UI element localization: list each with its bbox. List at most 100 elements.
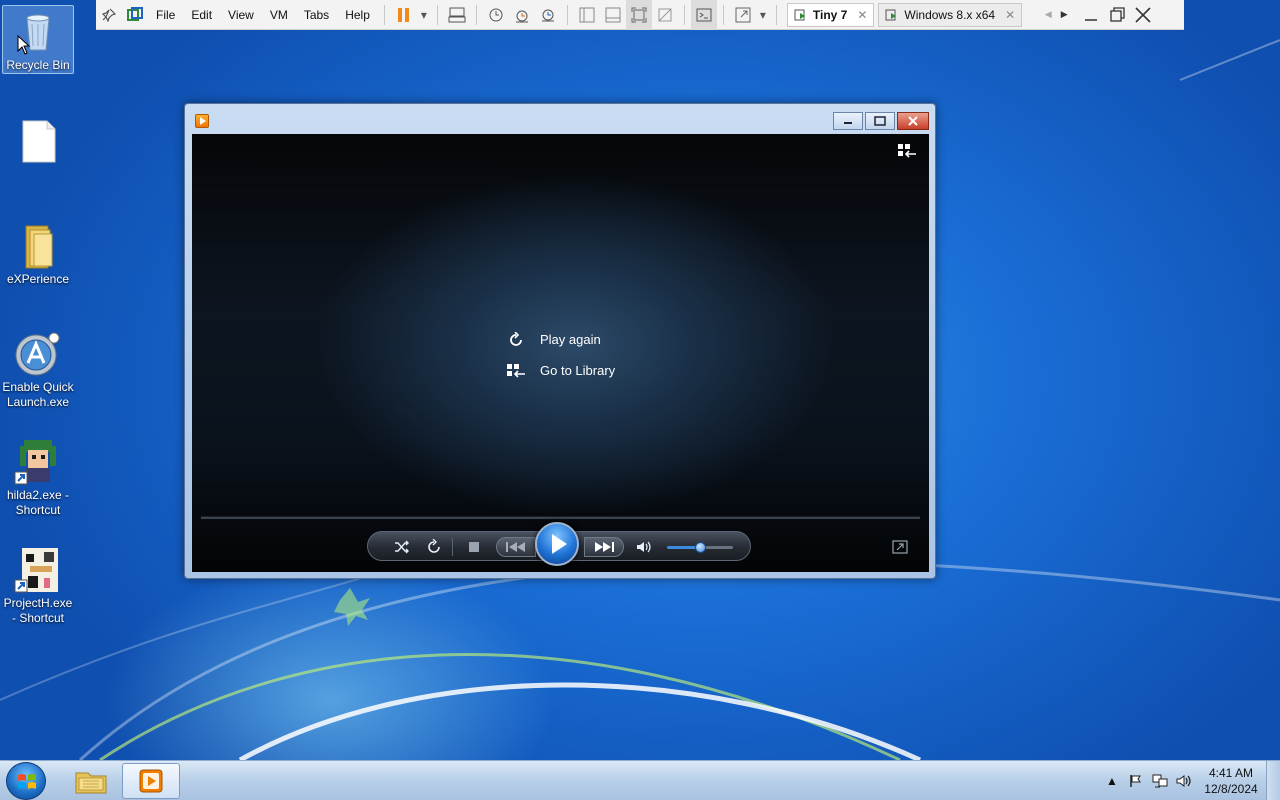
file-explorer-icon — [75, 772, 107, 794]
start-button[interactable] — [6, 762, 46, 800]
close-button[interactable] — [897, 112, 929, 130]
play-button[interactable] — [535, 522, 579, 566]
toolbar-divider — [722, 4, 724, 25]
repeat-icon — [428, 539, 440, 553]
vm-tab-label: Tiny 7 — [812, 7, 848, 22]
desktop-icon-enable-quick-launch[interactable]: Enable Quick Launch.exe — [2, 330, 74, 410]
console-view-icon[interactable] — [690, 0, 717, 30]
show-hidden-icons-icon[interactable]: ▲ — [1100, 761, 1124, 800]
media-player-app-icon — [195, 114, 209, 128]
library-icon — [505, 362, 527, 380]
hilda-shortcut-icon — [14, 438, 62, 486]
now-playing-area[interactable]: Play again Go to Library — [192, 134, 929, 572]
toolbar-divider — [383, 4, 385, 25]
stop-icon — [469, 542, 479, 552]
menu-view[interactable]: View — [220, 0, 262, 30]
minimize-window-icon[interactable] — [1078, 0, 1104, 30]
menu-edit[interactable]: Edit — [183, 0, 220, 30]
menu-help[interactable]: Help — [337, 0, 378, 30]
vmware-logo-icon[interactable] — [122, 0, 148, 30]
power-dropdown-icon[interactable]: ▾ — [417, 0, 431, 30]
full-screen-icon[interactable] — [625, 0, 652, 30]
taskbar-media-player-button[interactable] — [122, 763, 180, 799]
show-library-icon[interactable] — [574, 0, 600, 30]
vm-tab-tiny-7[interactable]: Tiny 7 ✕ — [786, 2, 875, 27]
restore-window-icon[interactable] — [1104, 0, 1130, 30]
maximize-icon — [874, 116, 886, 126]
menu-vm[interactable]: VM — [262, 0, 296, 30]
seek-bar[interactable] — [201, 516, 920, 519]
end-of-playback-menu: Play again Go to Library — [505, 324, 615, 386]
scroll-tabs-left-icon[interactable]: ◀ — [1040, 0, 1056, 30]
desktop-icon-label: Recycle Bin — [6, 58, 70, 72]
desktop-icon-label: ProjectH.exe - Shortcut — [3, 596, 73, 625]
desktop-icon-projecth[interactable]: ProjectH.exe - Shortcut — [2, 546, 74, 626]
mute-button[interactable] — [634, 537, 654, 557]
shuffle-button[interactable] — [392, 537, 412, 557]
minimize-button[interactable] — [833, 112, 863, 130]
system-tray: ▲ 4:41 AM 12/8/2024 — [1100, 761, 1280, 800]
taskbar-explorer-button[interactable] — [62, 763, 120, 799]
snapshot-icon[interactable] — [483, 0, 509, 30]
close-window-icon[interactable] — [1130, 0, 1156, 30]
action-center-flag-icon[interactable] — [1124, 761, 1148, 800]
unity-icon[interactable] — [652, 0, 678, 30]
controls-divider — [452, 538, 453, 556]
scroll-tabs-right-icon[interactable]: ▶ — [1056, 0, 1072, 30]
desktop-icon-document[interactable] — [2, 118, 74, 168]
pin-icon[interactable] — [96, 0, 122, 30]
next-button[interactable] — [584, 537, 624, 557]
desktop-icon-label: hilda2.exe - Shortcut — [6, 488, 70, 517]
close-tab-icon[interactable]: ✕ — [1005, 8, 1015, 22]
media-player-taskbar-icon — [139, 769, 163, 793]
desktop-icon-label: eXPerience — [6, 272, 70, 286]
send-ctrl-alt-del-icon[interactable] — [444, 0, 470, 30]
desktop-icon-hilda2[interactable]: hilda2.exe - Shortcut — [2, 438, 74, 518]
media-player-titlebar[interactable] — [185, 104, 935, 134]
stretch-guest-icon[interactable] — [730, 0, 756, 30]
repeat-button[interactable] — [424, 537, 444, 557]
volume-slider-thumb[interactable] — [695, 542, 706, 553]
show-desktop-button[interactable] — [1266, 761, 1280, 800]
pause-vm-icon[interactable] — [391, 0, 417, 30]
close-tab-icon[interactable]: ✕ — [857, 8, 867, 22]
volume-slider[interactable] — [667, 542, 733, 553]
taskbar-clock[interactable]: 4:41 AM 12/8/2024 — [1196, 765, 1266, 797]
clock-date: 12/8/2024 — [1204, 782, 1258, 796]
volume-tray-icon[interactable] — [1172, 761, 1196, 800]
play-again-action[interactable]: Play again — [505, 324, 615, 355]
vm-running-icon — [794, 9, 805, 20]
switch-to-library-icon[interactable] — [897, 143, 917, 159]
media-player-window[interactable]: Play again Go to Library — [184, 103, 936, 579]
go-to-library-action[interactable]: Go to Library — [505, 355, 615, 386]
menu-tabs[interactable]: Tabs — [296, 0, 337, 30]
quick-launch-app-icon — [14, 330, 62, 378]
volume-icon — [637, 541, 651, 553]
revert-snapshot-icon[interactable] — [509, 0, 535, 30]
vm-running-icon — [885, 9, 897, 20]
stop-button[interactable] — [464, 537, 484, 557]
menu-file[interactable]: File — [148, 0, 183, 30]
toolbar-divider — [566, 4, 568, 25]
toolbar-divider — [775, 4, 777, 25]
toolbar-divider — [475, 4, 477, 25]
toolbar-divider — [683, 4, 685, 25]
maximize-button[interactable] — [865, 112, 895, 130]
projecth-shortcut-icon — [14, 546, 62, 594]
snapshot-manager-icon[interactable] — [535, 0, 561, 30]
show-thumbnail-bar-icon[interactable] — [600, 0, 626, 30]
folder-icon — [14, 222, 62, 270]
clock-time: 4:41 AM — [1208, 766, 1254, 780]
replay-icon — [505, 331, 527, 349]
previous-icon — [506, 542, 525, 552]
desktop-icon-experience[interactable]: eXPerience — [2, 222, 74, 287]
taskbar: ▲ 4:41 AM 12/8/2024 — [0, 760, 1280, 800]
vm-tab-windows-8[interactable]: Windows 8.x x64 ✕ — [878, 2, 1023, 27]
switch-to-now-playing-icon[interactable] — [892, 540, 908, 554]
stretch-dropdown-icon[interactable]: ▾ — [756, 0, 770, 30]
play-again-label: Play again — [540, 332, 601, 347]
previous-button[interactable] — [496, 537, 536, 557]
shuffle-icon — [395, 540, 409, 554]
desktop-icon-recycle-bin[interactable]: Recycle Bin — [2, 5, 74, 74]
network-icon[interactable] — [1148, 761, 1172, 800]
